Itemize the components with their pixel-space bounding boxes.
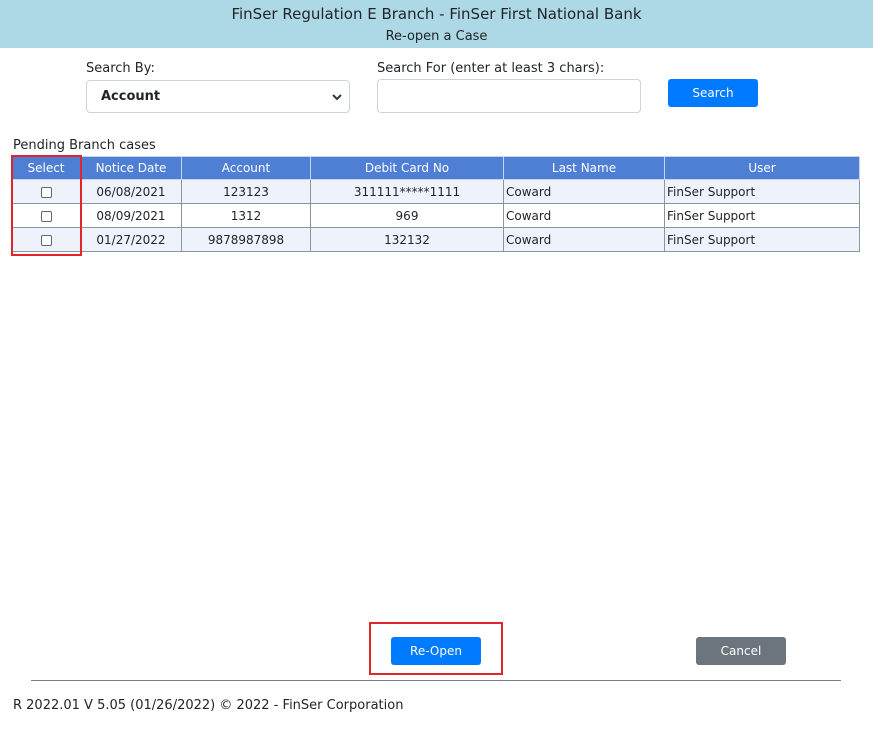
page-title: Re-open a Case — [385, 29, 488, 44]
footer-version-text: R 2022.01 V 5.05 (01/26/2022) © 2022 - F… — [13, 698, 404, 713]
search-for-label: Search For (enter at least 3 chars): — [377, 61, 605, 76]
table-row[interactable]: 06/08/2021 123123 311111*****1111 Coward… — [11, 179, 860, 204]
column-header-debit-card[interactable]: Debit Card No — [310, 156, 504, 180]
user-cell: FinSer Support — [664, 203, 860, 228]
search-button[interactable]: Search — [668, 79, 758, 107]
pending-cases-table: Select Notice Date Account Debit Card No… — [11, 156, 860, 252]
page-header: FinSer Regulation E Branch - FinSer Firs… — [0, 0, 873, 48]
column-header-notice-date[interactable]: Notice Date — [80, 156, 182, 180]
search-by-label: Search By: — [86, 61, 155, 76]
user-cell: FinSer Support — [664, 227, 860, 252]
account-cell: 123123 — [181, 179, 311, 204]
table-caption: Pending Branch cases — [13, 138, 156, 153]
column-header-last-name[interactable]: Last Name — [503, 156, 665, 180]
search-by-value: Account — [101, 89, 161, 104]
column-header-user[interactable]: User — [664, 156, 860, 180]
last-name-cell: Coward — [503, 227, 665, 252]
search-input[interactable] — [377, 79, 641, 113]
notice-date-cell: 01/27/2022 — [80, 227, 182, 252]
notice-date-cell: 06/08/2021 — [80, 179, 182, 204]
account-cell: 1312 — [181, 203, 311, 228]
chevron-down-icon — [332, 94, 342, 101]
select-column-highlight — [11, 155, 82, 256]
reopen-highlight — [369, 622, 503, 675]
last-name-cell: Coward — [503, 203, 665, 228]
app-title: FinSer Regulation E Branch - FinSer Firs… — [231, 5, 642, 23]
last-name-cell: Coward — [503, 179, 665, 204]
account-cell: 9878987898 — [181, 227, 311, 252]
table-row[interactable]: 01/27/2022 9878987898 132132 Coward FinS… — [11, 227, 860, 252]
debit-card-cell: 969 — [310, 203, 504, 228]
debit-card-cell: 132132 — [310, 227, 504, 252]
footer-divider — [31, 680, 841, 681]
search-by-select[interactable]: Account — [86, 80, 350, 113]
debit-card-cell: 311111*****1111 — [310, 179, 504, 204]
table-header-row: Select Notice Date Account Debit Card No… — [11, 156, 860, 180]
cancel-button[interactable]: Cancel — [696, 637, 786, 665]
column-header-account[interactable]: Account — [181, 156, 311, 180]
user-cell: FinSer Support — [664, 179, 860, 204]
notice-date-cell: 08/09/2021 — [80, 203, 182, 228]
table-row[interactable]: 08/09/2021 1312 969 Coward FinSer Suppor… — [11, 203, 860, 228]
